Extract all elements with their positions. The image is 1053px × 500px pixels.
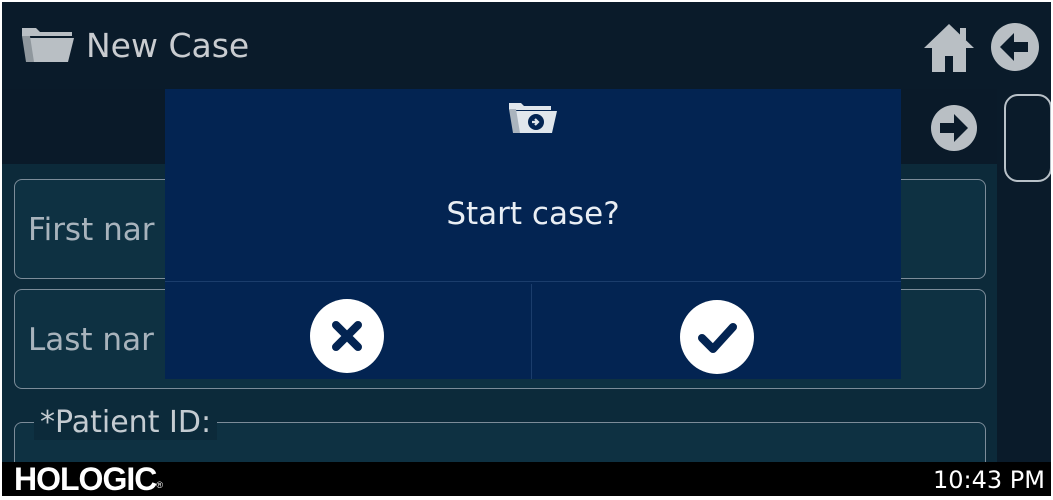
next-arrow-icon[interactable] [930,104,978,152]
folder-icon [22,28,74,62]
title-bar: New Case [2,2,1051,89]
confirm-button[interactable] [533,285,901,379]
folder-start-icon [509,103,557,133]
close-icon [310,299,384,373]
dialog-divider [165,281,901,282]
scrollbar-thumb[interactable] [1004,94,1051,182]
registered-mark: ® [156,480,163,490]
clock: 10:43 PM [933,466,1045,494]
checkmark-icon [680,300,754,374]
button-divider [531,284,532,379]
brand-name: HOLOGIC [14,461,157,496]
last-name-placeholder: Last nar [28,322,154,358]
home-icon[interactable] [920,20,978,74]
patient-id-label: *Patient ID: [34,405,218,440]
first-name-placeholder: First nar [28,212,155,248]
back-arrow-icon[interactable] [990,22,1040,72]
brand-logo: HOLOGIC® [14,461,163,496]
dialog-message: Start case? [446,196,620,232]
start-case-dialog: Start case? [165,89,901,379]
page-title: New Case [86,26,250,65]
app-screen: New Case First nar Last nar *Patient ID:… [2,2,1051,496]
cancel-button[interactable] [165,285,531,379]
